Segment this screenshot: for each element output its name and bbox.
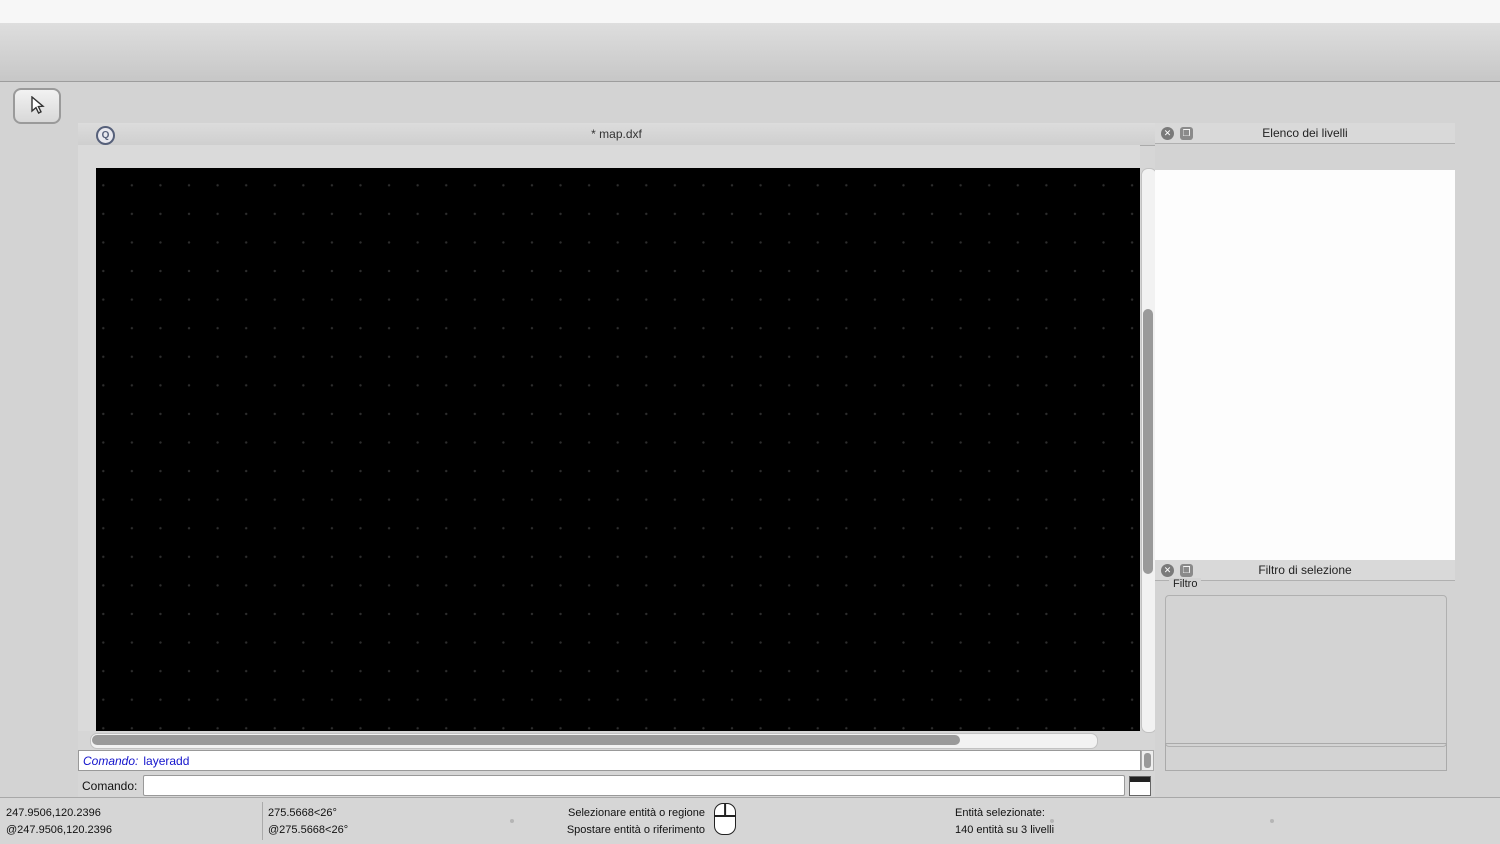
filter-panel-close-icon[interactable]: ✕ (1161, 564, 1174, 577)
coordinate-display: 247.9506,120.2396 @247.9506,120.2396 (6, 805, 112, 839)
polar-coordinate-display: 275.5668<26° @275.5668<26° (268, 805, 348, 839)
horizontal-ruler (96, 145, 1140, 169)
pointer-arrow-icon (29, 96, 45, 116)
layer-panel-header: ✕ ❐ Elenco dei livelli (1155, 123, 1455, 144)
filter-action-buttons (1165, 743, 1447, 771)
absolute-coordinates: 247.9506,120.2396 (6, 805, 112, 822)
command-history-value: layeradd (143, 754, 189, 768)
ruler-corner (78, 145, 97, 169)
statusbar-handle-dot (1270, 819, 1274, 823)
filter-group-label: Filtro (1169, 578, 1201, 590)
h-scroll-thumb[interactable] (92, 735, 960, 745)
command-input[interactable] (143, 775, 1125, 796)
statusbar: 247.9506,120.2396 @247.9506,120.2396 275… (0, 797, 1500, 844)
cad-tool-palette (0, 82, 78, 797)
filter-group-box (1165, 595, 1447, 747)
panel-toggle-strip (1458, 123, 1500, 797)
drag-hint: Spostare entità o riferimento (470, 822, 705, 839)
layer-list (1155, 170, 1455, 560)
layer-panel-detach-icon[interactable]: ❐ (1180, 127, 1193, 140)
left-click-hint: Selezionare entità o regione (470, 805, 705, 822)
absolute-polar: 275.5668<26° (268, 805, 348, 822)
command-prompt-label: Comando: (82, 779, 137, 793)
qcad-window: Q * map.dxf 10 < 100 Comando: layeradd C… (0, 0, 1500, 844)
statusbar-divider (262, 802, 263, 840)
command-options-button[interactable] (1129, 776, 1151, 796)
filter-panel-detach-icon[interactable]: ❐ (1180, 564, 1193, 577)
main-toolbar (0, 23, 1500, 82)
relative-polar: @275.5668<26° (268, 822, 348, 839)
layer-panel-close-icon[interactable]: ✕ (1161, 127, 1174, 140)
selection-info: Entità selezionate: 140 entità su 3 live… (955, 805, 1054, 839)
relative-coordinates: @247.9506,120.2396 (6, 822, 112, 839)
statusbar-handle-dot (1050, 819, 1054, 823)
document-titlebar[interactable]: Q * map.dxf (78, 123, 1155, 146)
statusbar-handle-dot (510, 819, 514, 823)
pointer-tool-palette-button[interactable] (13, 88, 61, 124)
command-history-scrollbar[interactable] (1141, 750, 1154, 771)
layer-panel-title: Elenco dei livelli (1155, 126, 1455, 140)
canvas-horizontal-scrollbar[interactable] (90, 733, 1098, 749)
command-history: Comando: layeradd (78, 750, 1141, 771)
mouse-hint: Selezionare entità o regione Spostare en… (470, 805, 705, 839)
filter-panel-title: Filtro di selezione (1155, 563, 1455, 577)
selection-info-line2: 140 entità su 3 livelli (955, 822, 1054, 839)
selection-info-line1: Entità selezionate: (955, 805, 1054, 822)
mouse-icon (714, 803, 736, 835)
document-title: * map.dxf (78, 127, 1155, 141)
document-window: Q * map.dxf 10 < 100 Comando: layeradd C… (78, 123, 1155, 797)
right-dock: ✕ ❐ Elenco dei livelli ✕ ❐ Filtro di sel… (1155, 123, 1500, 797)
layer-toolbar (1155, 144, 1455, 169)
command-history-label: Comando: (83, 754, 138, 768)
drawing-canvas[interactable] (96, 168, 1140, 731)
menubar (0, 0, 1500, 24)
vertical-ruler (78, 168, 97, 731)
v-scroll-thumb[interactable] (1143, 309, 1153, 574)
command-input-row: Comando: (78, 774, 1155, 797)
